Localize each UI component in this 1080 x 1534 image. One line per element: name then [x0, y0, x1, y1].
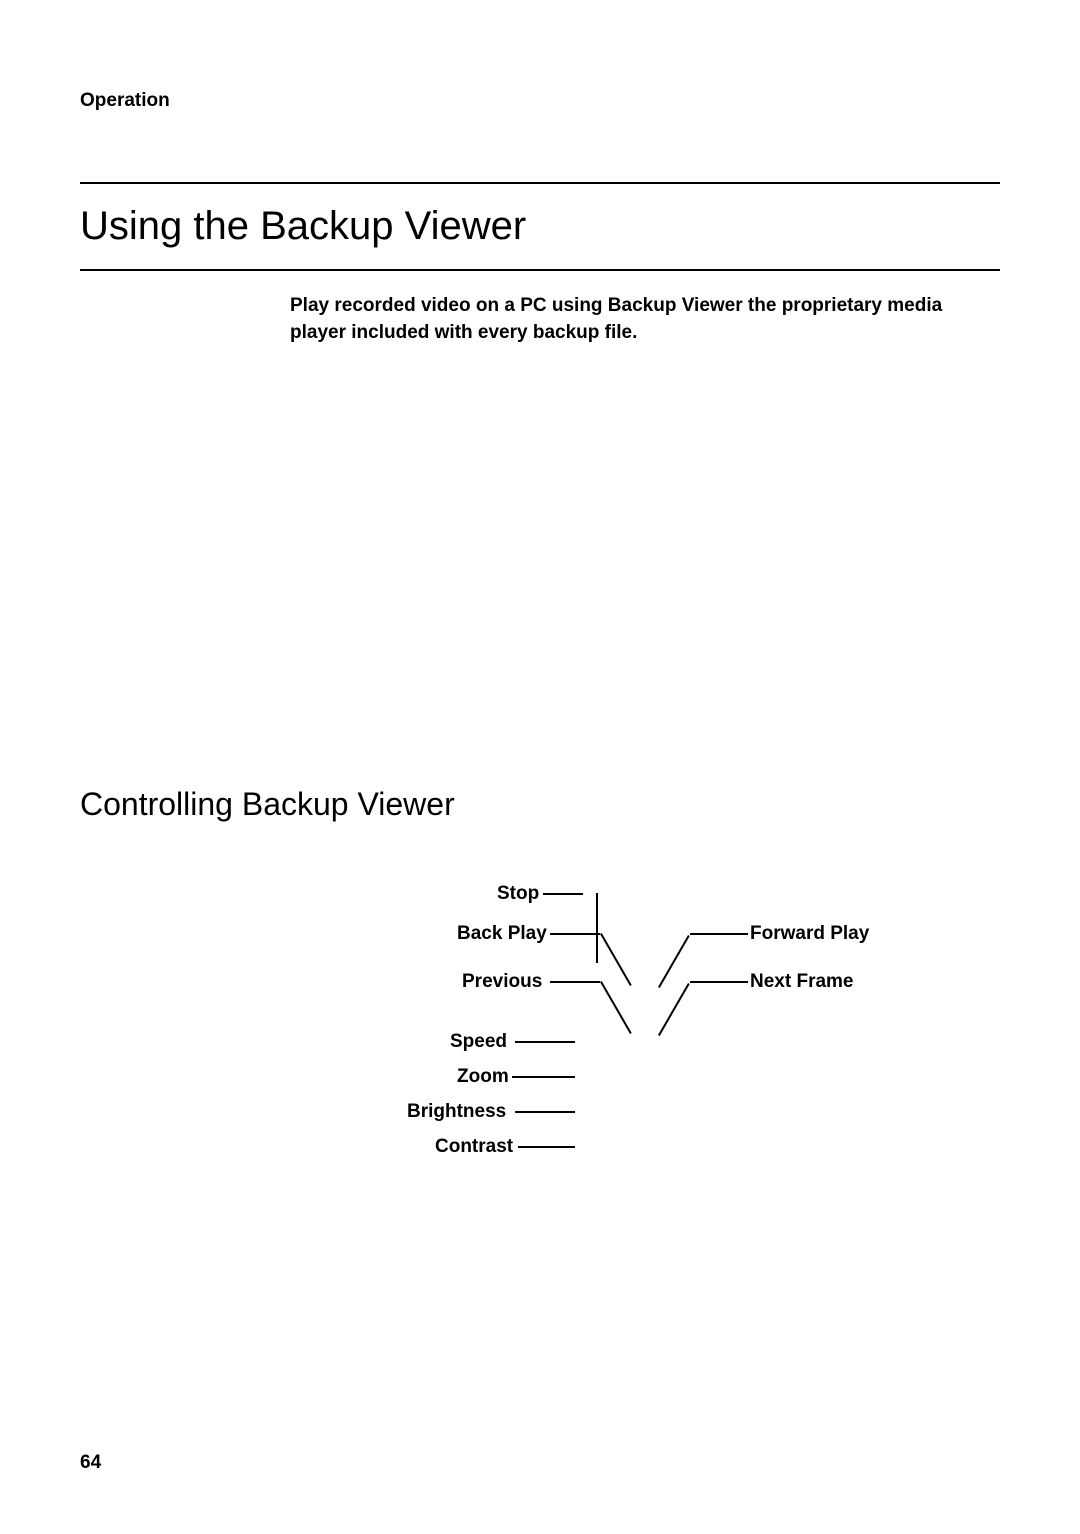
control-diagram: Stop Back Play Previous Speed Zoom Brigh…: [80, 883, 1000, 1233]
page-description: Play recorded video on a PC using Backup…: [80, 271, 1000, 346]
section-header: Operation: [80, 90, 1000, 112]
connector-line: [658, 935, 689, 988]
label-previous: Previous: [462, 971, 542, 993]
connector-line: [543, 893, 583, 895]
connector-line: [550, 981, 600, 983]
connector-line: [690, 933, 748, 935]
connector-line: [596, 893, 598, 963]
label-zoom: Zoom: [457, 1066, 509, 1088]
page-number: 64: [80, 1452, 101, 1474]
label-stop: Stop: [497, 883, 539, 905]
connector-line: [600, 933, 631, 986]
label-speed: Speed: [450, 1031, 507, 1053]
connector-line: [518, 1146, 575, 1148]
label-back-play: Back Play: [457, 923, 547, 945]
connector-line: [690, 981, 748, 983]
connector-line: [658, 983, 689, 1036]
label-next-frame: Next Frame: [750, 971, 854, 993]
page-title: Using the Backup Viewer: [80, 184, 1000, 269]
connector-line: [512, 1076, 575, 1078]
connector-line: [515, 1111, 575, 1113]
section-subtitle: Controlling Backup Viewer: [80, 346, 1000, 823]
connector-line: [600, 981, 631, 1034]
label-forward-play: Forward Play: [750, 923, 869, 945]
label-contrast: Contrast: [435, 1136, 513, 1158]
connector-line: [550, 933, 600, 935]
connector-line: [515, 1041, 575, 1043]
label-brightness: Brightness: [407, 1101, 506, 1123]
